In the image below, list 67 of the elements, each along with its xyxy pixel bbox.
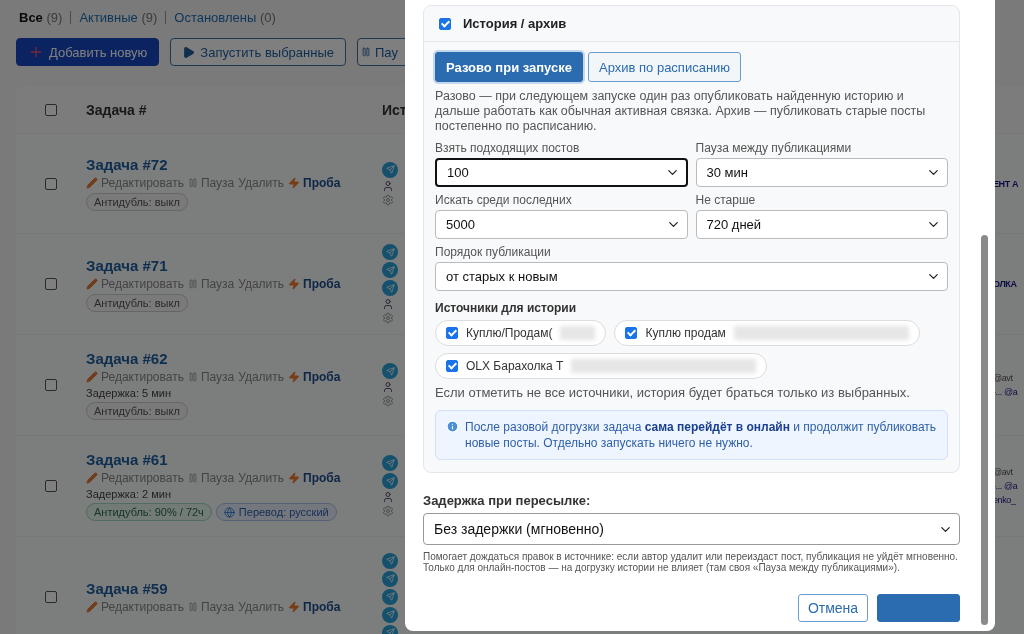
edit-link[interactable]: Редактировать — [86, 276, 184, 291]
task-title[interactable]: Задача #61 — [86, 451, 382, 468]
delay-select[interactable]: Без задержки (мгновенно) — [423, 513, 960, 545]
status-badge: Антидубль: выкл — [86, 402, 188, 420]
select-field[interactable]: 30 мин — [695, 158, 948, 187]
edit-link[interactable]: Редактировать — [86, 176, 184, 190]
mode-description: Разово — при следующем запуске один раз опубликовать найденную историю и дальше работать как обычная активная связка. Архив — публиковать старые посты постепенно по расписанию. — [435, 89, 927, 134]
mode-toggle[interactable]: Архив по расписанию — [588, 52, 742, 82]
run-selected-button[interactable]: Запустить выбранные — [170, 38, 346, 66]
cell-text: -... @a — [993, 481, 1018, 491]
test-link[interactable]: Проба — [288, 370, 341, 384]
task-title[interactable]: Задача #59 — [86, 579, 382, 597]
edit-link[interactable]: Редактировать — [86, 471, 184, 485]
pause-link[interactable]: Пауза — [187, 370, 235, 384]
sources-hint: Если отметить не все источники, история будет браться только из выбранных. — [435, 385, 911, 400]
status-badge: Антидубль: выкл — [86, 193, 188, 211]
edit-link[interactable]: Редактировать — [86, 370, 184, 384]
field-label: Взять подходящих постов — [435, 141, 581, 155]
status-badge: Антидубль: 90% / 72ч — [86, 503, 212, 521]
status-badge: Антидубль: выкл — [86, 293, 188, 312]
delete-link[interactable]: Удалить — [238, 599, 285, 614]
select-field[interactable]: от старых к новым — [435, 262, 948, 291]
test-link[interactable]: Проба — [288, 276, 341, 291]
column-header: Ист — [382, 101, 407, 118]
field-label: Порядок публикации — [435, 245, 552, 259]
test-link[interactable]: Проба — [288, 471, 341, 485]
task-title[interactable]: Задача #71 — [86, 256, 382, 274]
delay-help: Помогает дождаться правок в источнике: если автор удалит или переиздаст пост, публикация не уйдёт мгновенно. Только для онлайн-постов — на догрузку истории не влияет (там своя «Пауза между публикациями»). — [423, 551, 959, 573]
filter-tab[interactable]: Все (9) — [19, 9, 63, 25]
pause-link[interactable]: Пауза — [187, 276, 235, 291]
task-title[interactable]: Задача #62 — [86, 350, 382, 367]
cell-text: -... @a — [993, 387, 1018, 397]
delete-link[interactable]: Удалить — [238, 276, 285, 291]
pause-link[interactable]: Пауза — [187, 176, 235, 190]
field-label: Искать среди последних — [435, 193, 573, 207]
sources-title: Источники для истории — [435, 301, 578, 315]
delay-label: Задержка при пересылке: — [423, 493, 592, 508]
cancel-button[interactable]: Отмена — [798, 594, 868, 622]
task-title[interactable]: Задача #72 — [86, 156, 382, 173]
filter-tab[interactable]: Активные (9) — [79, 9, 158, 25]
mode-toggle[interactable]: Разово при запуске — [435, 52, 583, 82]
pause-link[interactable]: Пауза — [187, 471, 235, 485]
test-link[interactable]: Проба — [288, 176, 341, 190]
delete-link[interactable]: Удалить — [238, 471, 285, 485]
source-label: Куплю продам — [645, 326, 726, 340]
test-link[interactable]: Проба — [288, 599, 341, 614]
edit-link[interactable]: Редактировать — [86, 599, 184, 614]
cell-text: @avt — [993, 467, 1013, 477]
source-label: Куплю/Продам( — [466, 326, 553, 340]
info-box: После разовой догрузки задача сама перейдёт в онлайн и продолжит публиковать новые посты. Отдельно запускать ничего не нужно. — [435, 410, 948, 460]
status-badge: Перевод: русский — [215, 503, 337, 521]
column-header: Задача # — [86, 101, 147, 118]
delete-link[interactable]: Удалить — [238, 176, 285, 190]
field-label: Не старше — [695, 193, 757, 207]
filter-tab[interactable]: Остановлены (0) — [174, 9, 276, 25]
source-label: OLX Барахолка Т — [466, 359, 564, 373]
add-button[interactable]: Добавить новую — [16, 38, 160, 66]
delay-text: Задержка: 2 мин — [86, 488, 172, 500]
cell-text: @avt — [993, 373, 1013, 383]
select-field[interactable]: 100 — [435, 158, 688, 187]
pause-link[interactable]: Пауза — [187, 599, 235, 614]
section-title: История / архив — [463, 16, 567, 31]
select-field[interactable]: 5000 — [435, 210, 688, 239]
delete-link[interactable]: Удалить — [238, 370, 285, 384]
select-field[interactable]: 720 дней — [695, 210, 948, 239]
field-label: Пауза между публикациями — [695, 141, 853, 155]
delay-text: Задержка: 5 мин — [86, 387, 172, 399]
